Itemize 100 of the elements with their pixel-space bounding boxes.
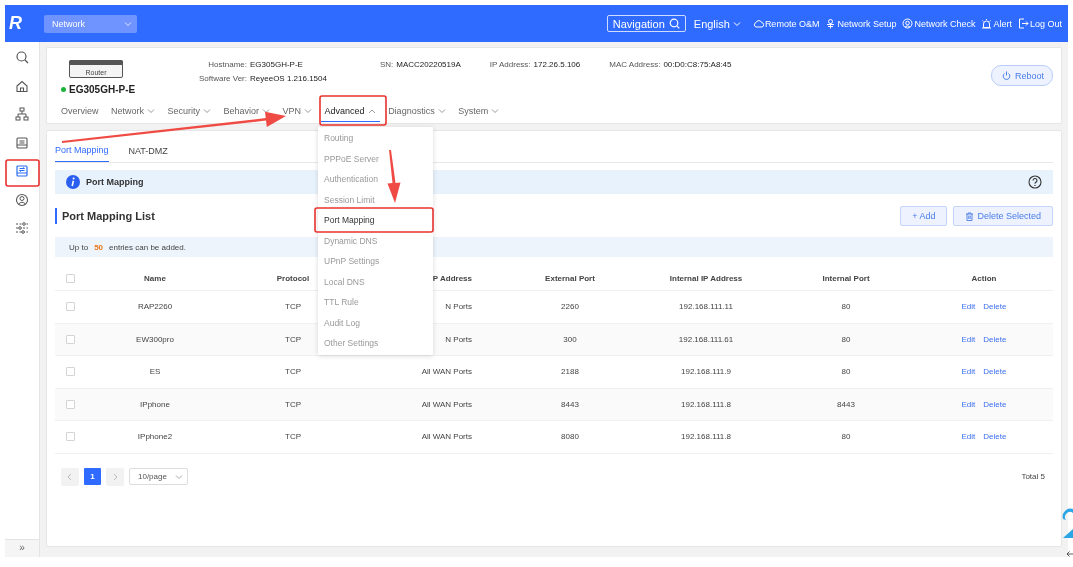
column-header: Internal Port: [822, 274, 870, 283]
menu-item[interactable]: Session Limit: [318, 189, 433, 210]
caret-icon: [732, 20, 741, 27]
page-button[interactable]: 1: [84, 468, 101, 485]
home-icon: [15, 78, 29, 93]
delete-link[interactable]: Delete: [983, 432, 1007, 442]
section-title: Port Mapping List: [55, 208, 155, 224]
table-cell: TCP: [285, 367, 301, 377]
header-link[interactable]: Network Setup: [825, 18, 897, 29]
header-link[interactable]: Remote O&M: [752, 18, 820, 29]
edit-link[interactable]: Edit: [961, 334, 976, 344]
language-select[interactable]: English: [693, 17, 741, 30]
header-link[interactable]: Alert: [981, 18, 1012, 29]
menu-item[interactable]: Routing: [318, 128, 433, 149]
nav-tab[interactable]: Behavior: [223, 100, 271, 122]
table-cell: TCP: [285, 399, 301, 409]
trash-icon: [965, 211, 975, 221]
checkbox[interactable]: [65, 274, 75, 283]
highlight-frame: [5, 159, 40, 187]
table-cell: TCP: [285, 432, 301, 442]
table-cell: 8443: [561, 399, 579, 409]
edit-link[interactable]: Edit: [961, 432, 976, 442]
checkbox[interactable]: [65, 302, 75, 312]
header-link[interactable]: Network Check: [902, 18, 976, 29]
table-cell: 192.168.111.9: [681, 367, 731, 377]
delete-link[interactable]: Delete: [983, 302, 1007, 312]
table-cell: N Ports: [445, 302, 472, 312]
table-cell: TCP: [285, 302, 301, 312]
nav-tab[interactable]: System: [458, 100, 500, 122]
navigation-search[interactable]: Navigation: [606, 15, 686, 32]
delete-link[interactable]: Delete: [983, 399, 1007, 409]
table-cell: 80: [841, 302, 851, 312]
tab[interactable]: NAT-DMZ: [128, 146, 168, 162]
table-cell: 2260: [561, 302, 579, 312]
help-icon[interactable]: [1028, 175, 1042, 189]
menu-item[interactable]: Other Settings: [318, 333, 433, 354]
reboot-button[interactable]: Reboot: [990, 65, 1053, 86]
nav-tab[interactable]: Network: [111, 100, 156, 122]
delete-selected-button[interactable]: Delete Selected: [953, 206, 1053, 226]
menu-item[interactable]: UPnP Settings: [318, 251, 433, 272]
info-icon: [66, 175, 80, 189]
table-cell: 300: [563, 334, 577, 344]
sidebar-item[interactable]: [12, 107, 32, 121]
delete-link[interactable]: Delete: [983, 367, 1007, 377]
field-label: MAC Address:: [609, 60, 661, 70]
column-header: P Address: [432, 274, 472, 283]
field-label: Software Ver:: [198, 74, 247, 84]
device-name: EG305GH-P-E: [69, 84, 136, 95]
nav-tab[interactable]: Advanced: [320, 100, 380, 122]
column-header: Name: [144, 274, 166, 283]
search-icon: [668, 18, 680, 29]
checkbox[interactable]: [65, 334, 75, 344]
field-value: MACC20220519A: [396, 60, 461, 70]
menu-item[interactable]: Port Mapping: [318, 210, 433, 231]
cloud-icon: [752, 18, 764, 29]
field-value: 172.26.5.106: [533, 60, 581, 70]
table-cell: All WAN Ports: [421, 432, 472, 442]
edit-link[interactable]: Edit: [961, 302, 976, 312]
entry-limit: 50: [94, 242, 104, 252]
checkbox[interactable]: [65, 432, 75, 442]
table-cell: 80: [841, 432, 851, 442]
expand-button[interactable]: »: [5, 539, 39, 557]
search-icon: [15, 50, 29, 64]
sliders-icon: [15, 221, 29, 235]
menu-item[interactable]: PPPoE Server: [318, 148, 433, 169]
checkbox[interactable]: [65, 399, 75, 409]
network-select[interactable]: Network: [44, 14, 137, 33]
table-cell: 80: [841, 334, 851, 344]
menu-item[interactable]: TTL Rule: [318, 292, 433, 313]
alarm-icon: [981, 18, 993, 29]
table-cell: IPphone: [140, 399, 170, 409]
highlight-frame: [319, 95, 387, 126]
notice-text: Up to: [69, 242, 89, 252]
table-cell: 192.168.111.8: [681, 432, 731, 442]
table-cell: ES: [149, 367, 161, 377]
menu-item[interactable]: Local DNS: [318, 271, 433, 292]
menu-item[interactable]: Audit Log: [318, 312, 433, 333]
setup-icon: [825, 18, 837, 29]
caret-icon: [174, 473, 183, 480]
edit-link[interactable]: Edit: [961, 367, 976, 377]
nav-tab[interactable]: Security: [167, 100, 212, 122]
topology-icon: [15, 107, 29, 121]
nav-tab[interactable]: Overview: [61, 100, 99, 122]
total-count: Total 5: [1021, 472, 1046, 481]
edit-link[interactable]: Edit: [961, 399, 976, 409]
checkbox[interactable]: [65, 367, 75, 377]
menu-item[interactable]: Authentication: [318, 169, 433, 190]
nav-tab[interactable]: VPN: [282, 100, 313, 122]
field-value: ReyeeOS 1.216.1504: [250, 74, 327, 84]
add-button[interactable]: + Add: [900, 206, 948, 226]
nav-tab[interactable]: Diagnostics: [388, 100, 446, 122]
delete-link[interactable]: Delete: [983, 334, 1007, 344]
page-size-select[interactable]: 10/page: [129, 468, 188, 485]
column-header: Protocol: [276, 274, 310, 283]
tab[interactable]: Port Mapping: [55, 145, 109, 162]
device-icon: [15, 164, 29, 178]
menu-item[interactable]: Dynamic DNS: [318, 230, 433, 251]
header-link[interactable]: Log Out: [1017, 18, 1062, 29]
column-header: Action: [971, 274, 997, 283]
table-cell: All WAN Ports: [421, 367, 472, 377]
